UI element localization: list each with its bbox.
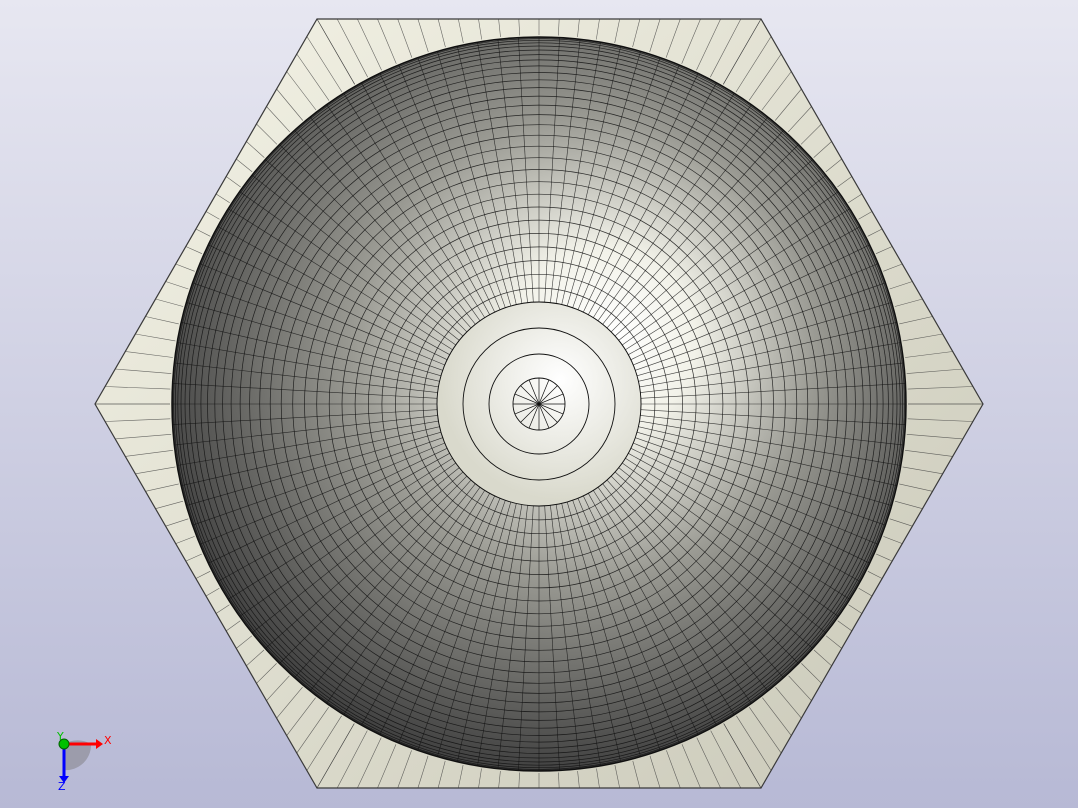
- x-axis-label: X: [104, 734, 112, 747]
- y-axis-label: Y: [56, 730, 64, 743]
- graphics-viewport[interactable]: X Y Z: [0, 0, 1078, 808]
- z-axis-label: Z: [58, 780, 66, 793]
- acorn-dome[interactable]: [171, 36, 907, 772]
- model-canvas[interactable]: X Y Z: [0, 0, 1078, 808]
- dome-top-cap[interactable]: [436, 301, 642, 507]
